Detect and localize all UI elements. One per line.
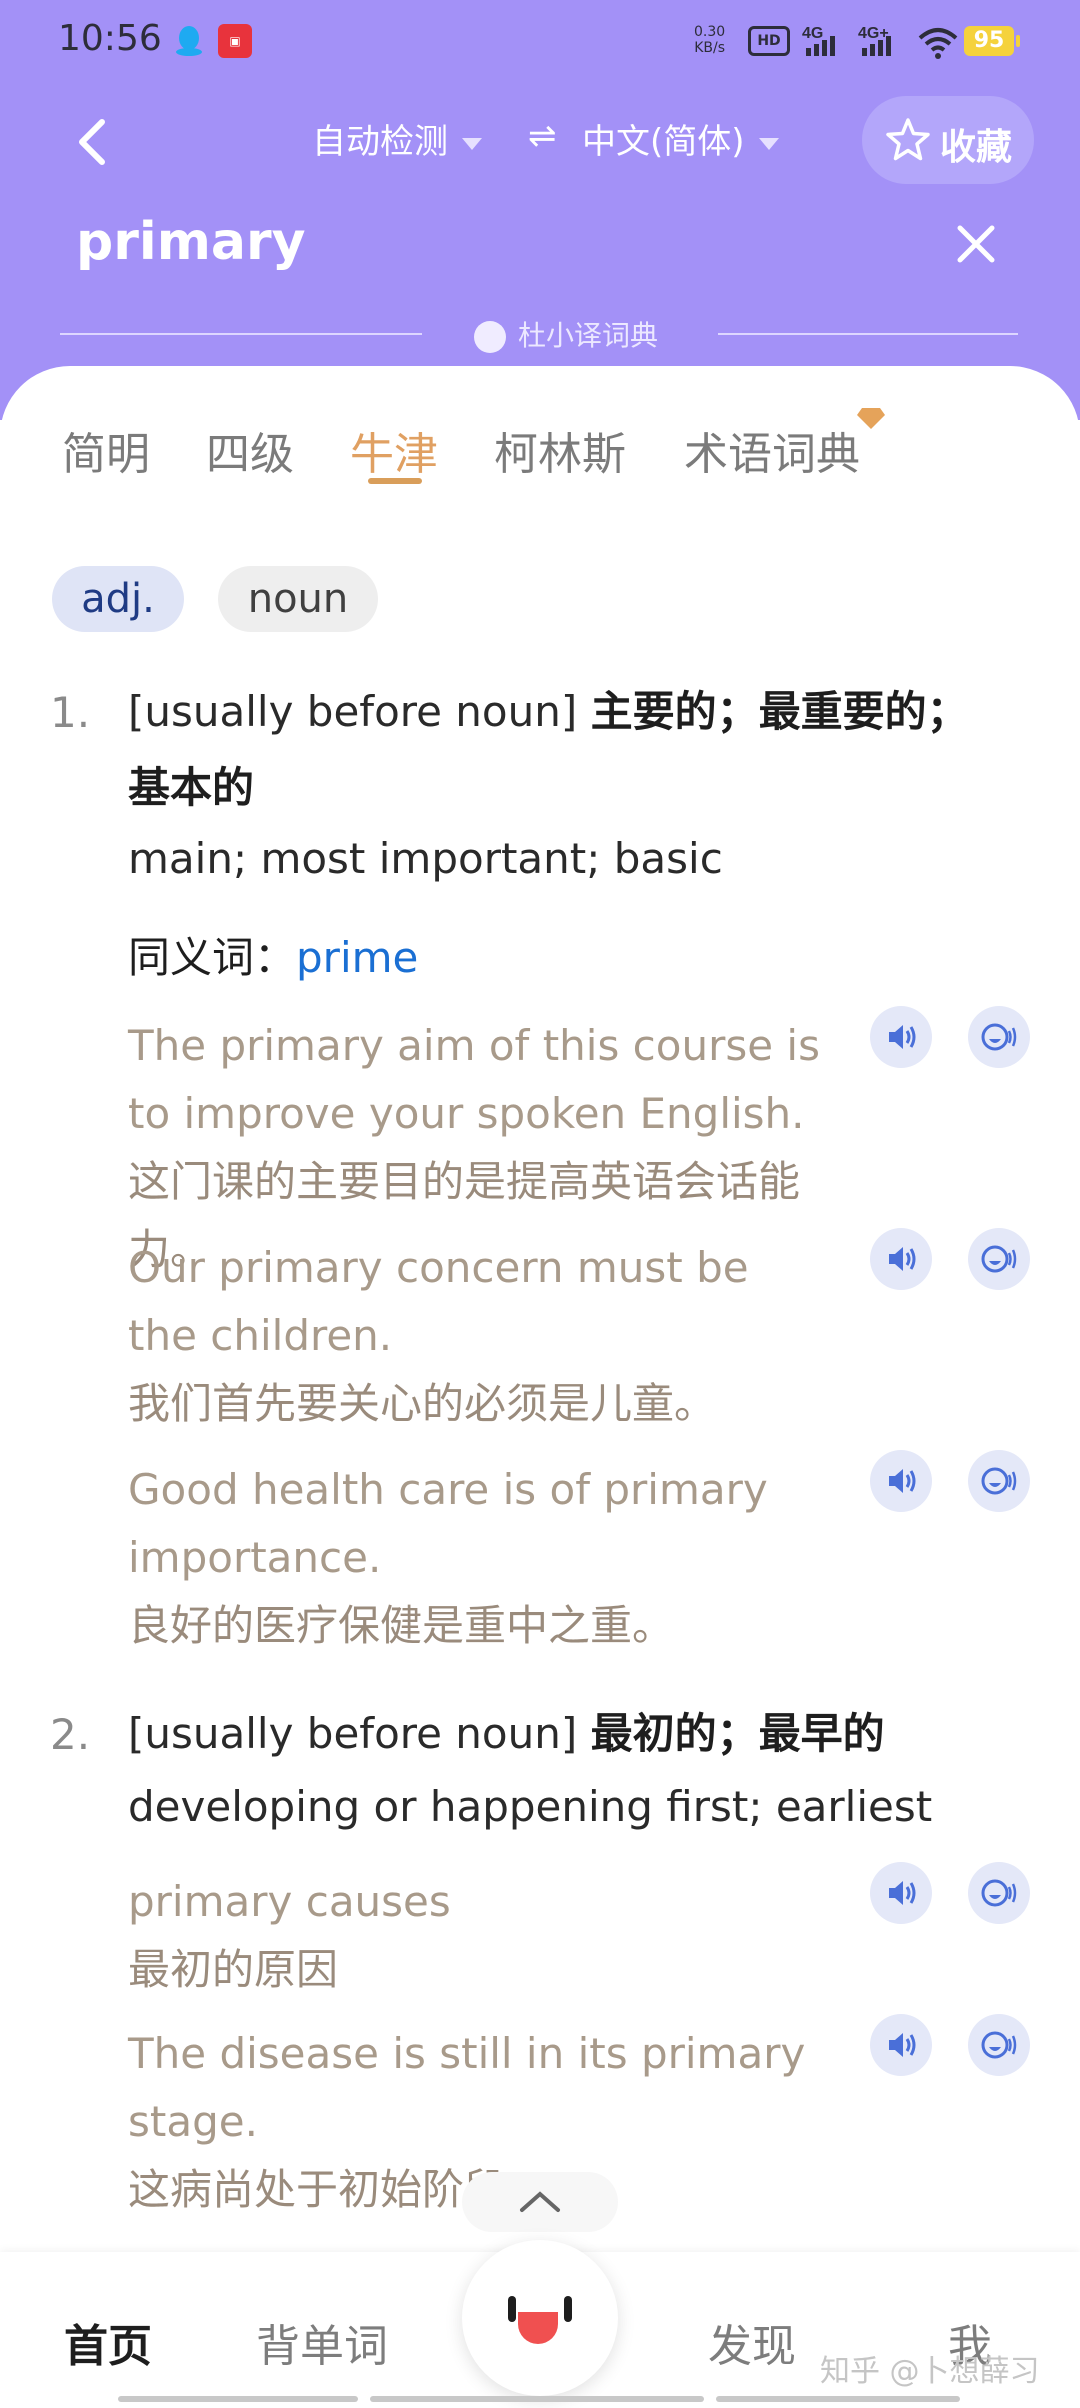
play-audio-button[interactable] <box>870 1862 932 1924</box>
target-language-select[interactable]: 中文(简体) <box>582 114 779 163</box>
example-chinese: 最初的原因 <box>128 1945 339 1994</box>
battery-icon: 95 <box>964 26 1020 56</box>
speaker-icon <box>889 2033 916 2057</box>
nav-discover[interactable]: 发现 <box>708 2310 796 2374</box>
synonym-row: 同义词：prime <box>128 924 418 985</box>
speaker-icon <box>889 1247 916 1271</box>
sense-definition: [usually before noun] 最初的；最早的 <box>128 1696 1008 1772</box>
qq-icon <box>176 26 202 56</box>
nav-home[interactable]: 首页 <box>64 2310 152 2374</box>
back-button[interactable] <box>72 112 112 172</box>
svg-text:4G: 4G <box>802 25 823 42</box>
pos-chip-adj[interactable]: adj. <box>52 566 184 632</box>
example-chinese: 良好的医疗保健是重中之重。 <box>128 1601 675 1650</box>
sense-number: 1. <box>50 688 91 737</box>
chevron-down-icon <box>462 137 482 150</box>
tab-cet4[interactable]: 四级 <box>206 418 294 482</box>
nav-words[interactable]: 背单词 <box>256 2310 388 2374</box>
chevron-up-icon <box>520 2191 560 2212</box>
smiley-speaker-icon <box>981 1245 1017 1273</box>
ai-read-button[interactable] <box>968 1228 1030 1290</box>
example-chinese: 我们首先要关心的必须是儿童。 <box>128 1379 717 1428</box>
chinese-definition: 最初的；最早的 <box>590 1709 885 1758</box>
app-notification-icon: ▣ <box>218 24 252 58</box>
search-query[interactable]: primary <box>76 212 306 272</box>
english-definition: main; most important; basic <box>128 834 723 883</box>
clear-button[interactable] <box>954 222 998 266</box>
network-speed: 0.30 KB/s <box>694 24 726 56</box>
example-sentence: primary causes 最初的原因 <box>128 1868 828 2004</box>
speaker-icon <box>889 1881 916 1905</box>
signal-4g-icon: 4G <box>802 25 835 56</box>
mascot-eye <box>508 2296 516 2322</box>
svg-text:4G+: 4G+ <box>858 25 889 42</box>
mascot-icon <box>474 321 506 353</box>
divider <box>718 333 1018 335</box>
play-audio-button[interactable] <box>870 1450 932 1512</box>
sense-number: 2. <box>50 1710 91 1759</box>
example-english: primary causes <box>128 1877 451 1926</box>
play-audio-button[interactable] <box>870 1228 932 1290</box>
synonym-label: 同义词： <box>128 933 297 982</box>
favorite-label: 收藏 <box>940 127 1013 168</box>
example-english: Good health care is of primary importanc… <box>128 1465 768 1582</box>
example-english: Our primary concern must be the children… <box>128 1243 749 1360</box>
ai-read-button[interactable] <box>968 1006 1030 1068</box>
ai-read-button[interactable] <box>968 2014 1030 2076</box>
example-english: The disease is still in its primary stag… <box>128 2029 806 2146</box>
tab-collins[interactable]: 柯林斯 <box>494 418 626 482</box>
smiley-speaker-icon <box>981 1023 1017 1051</box>
example-sentence: Good health care is of primary importanc… <box>128 1456 828 1660</box>
pos-chip-noun[interactable]: noun <box>218 566 378 632</box>
play-audio-button[interactable] <box>870 2014 932 2076</box>
synonym-link[interactable]: prime <box>296 933 418 982</box>
example-english: The primary aim of this course is to imp… <box>128 1021 820 1138</box>
header: 10:56 ▣ 0.30 KB/s HD 4G 4G+ 95 自动检测 ⇌ 中文… <box>0 0 1080 420</box>
speaker-icon <box>889 1025 916 1049</box>
english-definition: developing or happening first; earliest <box>128 1782 933 1831</box>
tab-terminology[interactable]: 术语词典 <box>684 418 860 482</box>
play-audio-button[interactable] <box>870 1006 932 1068</box>
tab-oxford[interactable]: 牛津 <box>350 418 438 482</box>
signal-4g-plus-icon: 4G+ <box>858 25 891 56</box>
grammar-note: [usually before noun] <box>128 687 578 736</box>
hd-voice-icon: HD <box>748 26 790 56</box>
tab-jianming[interactable]: 简明 <box>62 418 150 482</box>
smiley-speaker-icon <box>981 2031 1017 2059</box>
wifi-icon <box>918 28 958 59</box>
divider <box>60 333 422 335</box>
dictionary-content: 简明 四级 牛津 柯林斯 术语词典 adj. noun 1. [usually … <box>0 366 1080 2408</box>
dictionary-source: 杜小译词典 <box>474 314 658 354</box>
status-time: 10:56 <box>58 18 162 59</box>
mascot-eye <box>564 2296 572 2322</box>
active-tab-indicator <box>368 478 422 484</box>
source-language-select[interactable]: 自动检测 <box>312 114 482 163</box>
star-icon <box>886 118 930 161</box>
mascot-mouth <box>518 2312 558 2344</box>
smiley-speaker-icon <box>981 1879 1017 1907</box>
dictionary-tabs: 简明 四级 牛津 柯林斯 术语词典 <box>0 366 1080 486</box>
smiley-speaker-icon <box>981 1467 1017 1495</box>
collapse-button[interactable] <box>462 2172 618 2232</box>
swap-language-button[interactable]: ⇌ <box>528 116 557 156</box>
gesture-bar <box>118 2396 960 2404</box>
ai-read-button[interactable] <box>968 1450 1030 1512</box>
mascot-center-button[interactable] <box>462 2240 618 2396</box>
speaker-icon <box>889 1469 916 1493</box>
sense-definition: [usually before noun] 主要的；最重要的；基本的 <box>128 674 1008 826</box>
example-sentence: Our primary concern must be the children… <box>128 1234 828 1438</box>
chevron-down-icon <box>758 137 779 150</box>
grammar-note: [usually before noun] <box>128 1709 578 1758</box>
favorite-button[interactable]: 收藏 <box>862 96 1034 184</box>
watermark: 知乎 @卜想薛习 <box>820 2354 1040 2389</box>
ai-read-button[interactable] <box>968 1862 1030 1924</box>
vip-diamond-icon <box>857 408 885 429</box>
status-bar: 10:56 ▣ 0.30 KB/s HD 4G 4G+ 95 <box>0 0 1080 80</box>
